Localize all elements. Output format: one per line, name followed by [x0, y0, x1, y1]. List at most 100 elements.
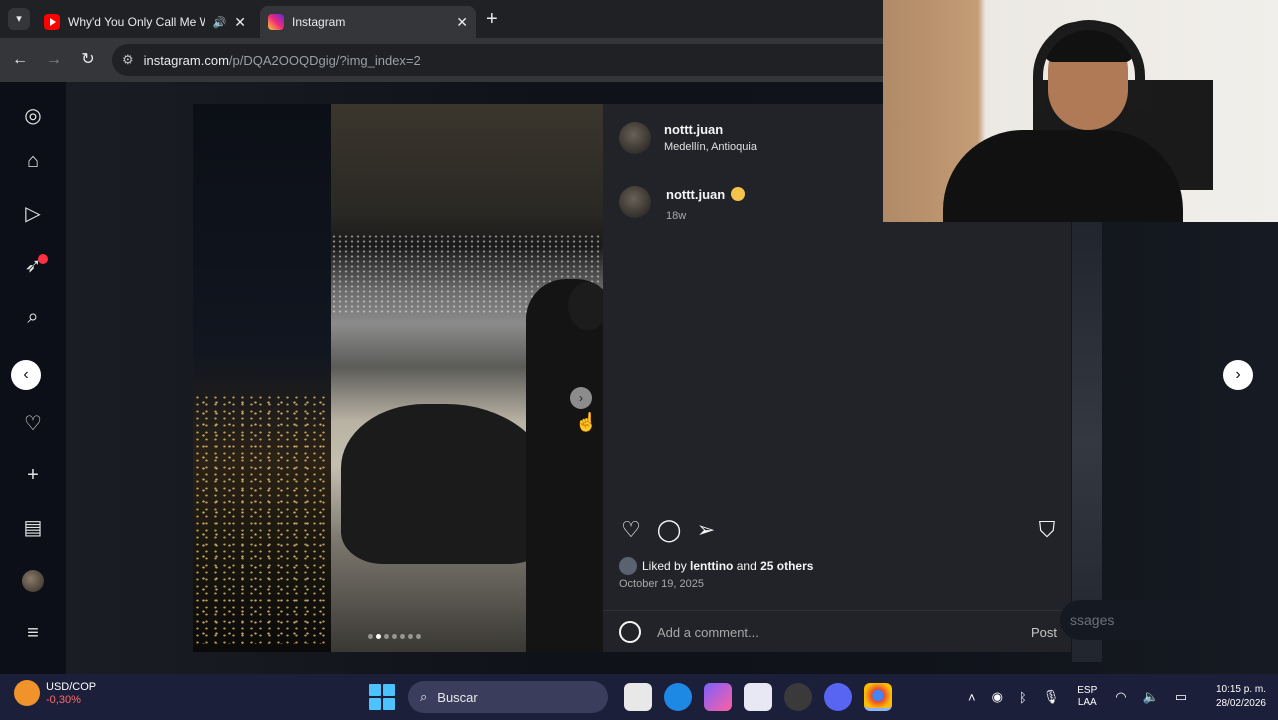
likes-others[interactable]: 25 others: [760, 559, 813, 573]
messages-label: ssages: [1070, 612, 1115, 628]
system-tray: ˄ ◉ ᛒ 🎙 ESP LAA ◠ 🔈 ▭: [960, 682, 1195, 712]
post-media: › ☝: [193, 104, 603, 652]
username[interactable]: nottt.juan: [664, 122, 723, 137]
back-icon[interactable]: ←: [8, 48, 32, 72]
time: 10:15 p. m.: [1215, 684, 1266, 695]
stock-widget[interactable]: USD/COP -0,30%: [14, 680, 96, 706]
keyboard-layout: LAA: [1077, 697, 1097, 708]
site-info-icon[interactable]: ⚙: [122, 52, 134, 68]
windows-taskbar: USD/COP -0,30% ⌕ Buscar ˄ ◉ ᛒ 🎙 ESP LAA ◠: [0, 674, 1278, 720]
likes-prefix: Liked by: [642, 559, 687, 573]
share-icon[interactable]: ➢: [692, 516, 720, 544]
dashboard-icon[interactable]: ▤: [20, 514, 46, 540]
location[interactable]: Medellín, Antioquia: [664, 141, 757, 153]
likes-summary[interactable]: Liked by lenttino and 25 others: [619, 557, 813, 575]
close-icon[interactable]: ✕: [234, 14, 246, 31]
url-host: instagram.com: [143, 52, 229, 68]
next-post-button[interactable]: ›: [1223, 360, 1253, 390]
post-date: October 19, 2025: [619, 578, 705, 590]
tab-title: Instagram: [292, 15, 346, 29]
caption-username-text: nottt.juan: [666, 187, 726, 202]
hand-cursor-icon: ☝: [575, 412, 598, 432]
reels-icon[interactable]: ▷: [20, 200, 46, 226]
previous-post-button[interactable]: ‹: [11, 360, 41, 390]
comment-input[interactable]: [657, 621, 997, 643]
sync-icon[interactable]: ◉: [992, 689, 1003, 705]
forward-icon[interactable]: →: [42, 48, 66, 72]
windows-start-icon[interactable]: [368, 683, 396, 711]
person: [526, 279, 603, 652]
emoji-icon: [731, 187, 746, 201]
like-heart-icon[interactable]: ♡: [617, 516, 645, 544]
post-comment-button[interactable]: Post: [1031, 625, 1057, 640]
carousel-dot: [400, 634, 405, 639]
carousel-dot: [384, 634, 389, 639]
url-path: /p/DQA2OOQDgig/?img_index=2: [228, 52, 421, 68]
taskbar-apps: ⌕ Buscar: [368, 680, 898, 714]
city-lights: [193, 394, 331, 644]
language-indicator[interactable]: ESP LAA: [1077, 685, 1097, 709]
carousel-dot: [368, 634, 373, 639]
battery-icon[interactable]: ▭: [1175, 689, 1187, 705]
language-code: ESP: [1077, 685, 1098, 696]
likes-joiner: and: [736, 559, 757, 573]
carousel-dot: [416, 634, 421, 639]
search-icon: ⌕: [420, 689, 428, 704]
reload-icon[interactable]: ↻: [76, 48, 100, 72]
store-icon[interactable]: [744, 683, 772, 711]
discord-icon[interactable]: [824, 683, 852, 711]
profile-avatar[interactable]: [20, 568, 46, 594]
notification-badge: [38, 254, 48, 264]
bookmark-icon[interactable]: ⛉: [1033, 516, 1061, 544]
tab-title: Why'd You Only Call Me W: [68, 15, 205, 29]
bluetooth-icon[interactable]: ᛒ: [1019, 690, 1027, 705]
avatar[interactable]: [619, 186, 651, 218]
tab-youtube[interactable]: Why'd You Only Call Me W 🔊 ✕: [36, 6, 254, 38]
create-icon[interactable]: +: [20, 462, 46, 488]
emoji-picker-icon[interactable]: [619, 621, 641, 643]
file-explorer-icon[interactable]: [624, 683, 652, 711]
tab-instagram[interactable]: Instagram ✕: [260, 6, 476, 38]
obs-icon[interactable]: [784, 683, 812, 711]
liked-by-user[interactable]: lenttino: [690, 559, 733, 573]
chrome-icon[interactable]: [864, 683, 892, 711]
chevron-up-icon[interactable]: ˄: [968, 690, 976, 705]
volume-icon[interactable]: 🔈: [1143, 689, 1159, 705]
youtube-favicon-icon: [44, 14, 60, 30]
speaker-icon[interactable]: 🔊: [213, 16, 227, 29]
carousel-next-button[interactable]: ›: [570, 387, 592, 409]
liker-avatar: [619, 557, 637, 575]
screen: ▾ Why'd You Only Call Me W 🔊 ✕ Instagram…: [0, 0, 1278, 720]
heart-icon[interactable]: ♡: [20, 410, 46, 436]
copilot-icon[interactable]: [704, 683, 732, 711]
microphone-icon[interactable]: 🎙: [1043, 689, 1060, 705]
webcam-overlay: [883, 0, 1278, 222]
carousel-current-image: [331, 104, 603, 652]
avatar: [22, 570, 44, 592]
edge-icon[interactable]: [664, 683, 692, 711]
clock[interactable]: 10:15 p. m. 28/02/2026: [1196, 683, 1266, 711]
comment-icon[interactable]: ◯: [655, 516, 683, 544]
new-tab-icon[interactable]: +: [486, 8, 498, 31]
carousel-dot: [392, 634, 397, 639]
carousel-previous-image: [193, 104, 331, 652]
person-head: [568, 282, 603, 330]
messages-button[interactable]: ssages: [1060, 600, 1230, 640]
instagram-logo-icon[interactable]: ◎: [20, 102, 46, 128]
tab-search-button[interactable]: ▾: [8, 8, 30, 30]
carousel-dots: [368, 634, 421, 639]
carousel-dot: [408, 634, 413, 639]
search-icon[interactable]: ⌕: [20, 304, 46, 330]
motorcycle: [341, 404, 551, 564]
menu-icon[interactable]: ≡: [20, 620, 46, 646]
instagram-favicon-icon: [268, 14, 284, 30]
home-icon[interactable]: ⌂: [20, 148, 46, 174]
taskbar-search[interactable]: ⌕ Buscar: [408, 681, 608, 713]
avatar[interactable]: [619, 122, 651, 154]
date: 28/02/2026: [1215, 698, 1266, 709]
close-icon[interactable]: ✕: [456, 14, 468, 31]
post-age: 18w: [666, 210, 687, 222]
widget-title: USD/COP: [46, 681, 97, 693]
caption-username[interactable]: nottt.juan: [666, 187, 746, 202]
wifi-icon[interactable]: ◠: [1115, 689, 1126, 705]
